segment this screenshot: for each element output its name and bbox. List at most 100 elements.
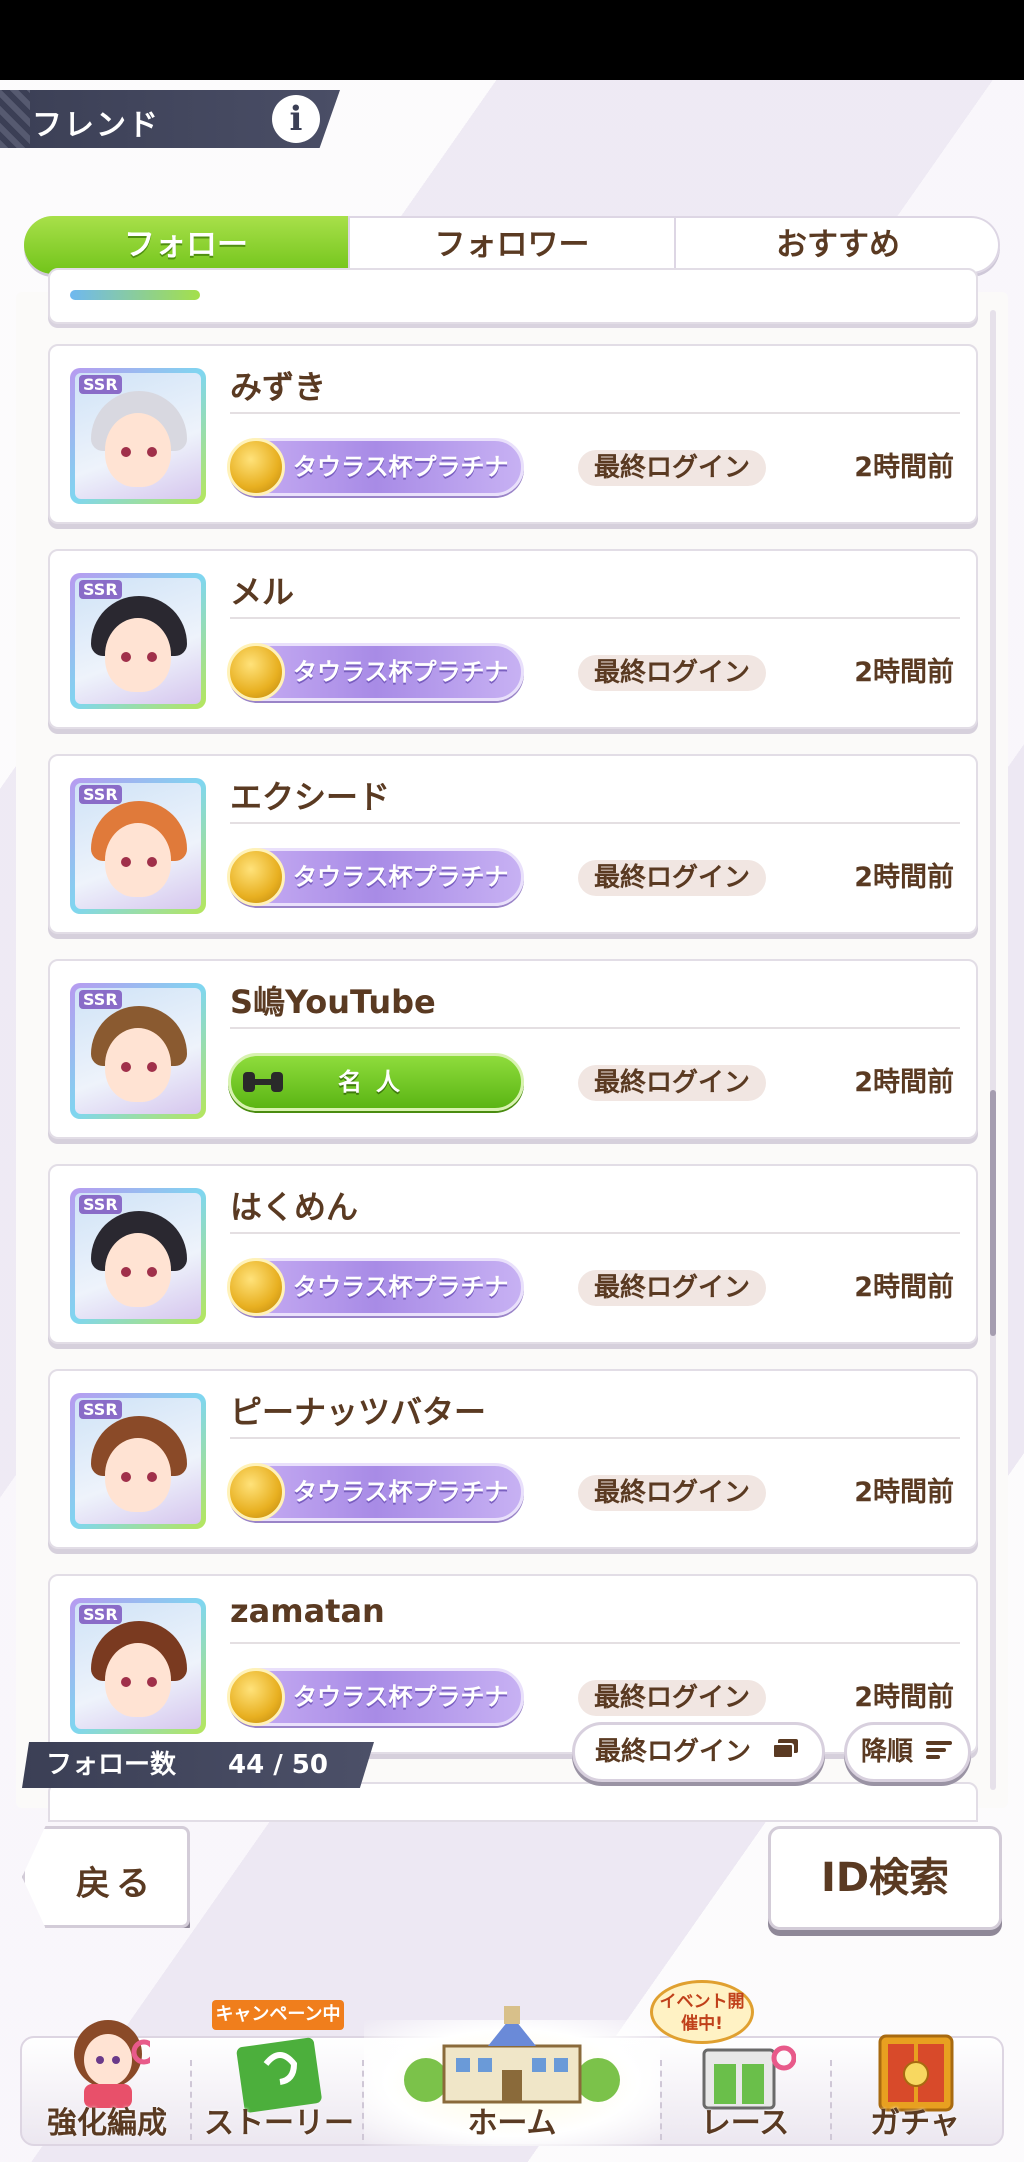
last-login-time: 2時間前 <box>854 1682 954 1713</box>
title-badge: タウラス杯プラチナ <box>227 848 524 906</box>
rarity-badge: SSR <box>79 1605 122 1624</box>
school-building-icon <box>404 2000 620 2110</box>
friend-card[interactable]: SSR はくめん タウラス杯プラチナ 最終ログイン 2時間前 <box>48 1164 978 1344</box>
last-login-time: 2時間前 <box>854 657 954 688</box>
tab-followers[interactable]: フォロワー <box>350 216 676 274</box>
nav-item-enhance[interactable]: 強化編成 <box>22 2000 192 2150</box>
sort-order-button[interactable]: 降順 <box>844 1722 972 1782</box>
divider <box>230 412 960 414</box>
last-login-label: 最終ログイン <box>578 1680 767 1716</box>
friend-name: エクシード <box>230 778 391 816</box>
medal-icon <box>227 848 285 906</box>
divider <box>230 1642 960 1644</box>
avatar[interactable]: SSR <box>70 368 206 504</box>
status-bar <box>0 0 1024 80</box>
info-icon[interactable]: i <box>272 95 320 143</box>
campaign-tag: キャンペーン中 <box>212 2000 344 2030</box>
character-icon <box>66 2014 157 2110</box>
divider <box>230 617 960 619</box>
friend-card[interactable]: SSR メルタウラス杯プラチナ 最終ログイン 2時間前 <box>48 549 978 729</box>
medal-icon <box>227 1668 285 1726</box>
rarity-badge: SSR <box>79 580 122 599</box>
divider <box>230 822 960 824</box>
rarity-badge: SSR <box>79 1400 122 1419</box>
rarity-badge: SSR <box>79 990 122 1009</box>
nav-item-gacha[interactable]: ガチャ <box>830 2000 1000 2150</box>
title-badge: タウラス杯プラチナ <box>227 643 524 701</box>
friend-card[interactable]: SSR zamatan タウラス杯プラチナ 最終ログイン 2時間前 <box>48 1574 978 1754</box>
avatar[interactable]: SSR <box>70 1188 206 1324</box>
friend-card[interactable]: SSR S嶋YouTube 名人 最終ログイン 2時間前 <box>48 959 978 1139</box>
title-badge: タウラス杯プラチナ <box>227 1668 524 1726</box>
avatar[interactable]: SSR <box>70 983 206 1119</box>
tab-follow[interactable]: フォロー <box>24 216 350 274</box>
medal-icon <box>227 438 285 496</box>
title-badge: 名人 <box>228 1053 524 1111</box>
rarity-badge: SSR <box>79 785 122 804</box>
sort-lines-icon <box>926 1726 954 1780</box>
badge-text: タウラス杯プラチナ <box>293 453 509 481</box>
scrollbar-thumb[interactable] <box>990 1090 996 1336</box>
follow-count-value: 44 / 50 <box>228 1750 328 1780</box>
tab-bar: フォロー フォロワー おすすめ <box>24 216 1000 274</box>
id-search-button[interactable]: ID検索 <box>768 1826 1002 1930</box>
friend-name: メル <box>230 573 295 611</box>
cards-icon <box>770 1726 802 1780</box>
friend-name: zamatan <box>230 1592 385 1630</box>
last-login-label: 最終ログイン <box>578 655 767 691</box>
rarity-badge: SSR <box>79 1195 122 1214</box>
title-badge: タウラス杯プラチナ <box>227 1258 524 1316</box>
medal-icon <box>227 1258 285 1316</box>
page-title: フレンド <box>32 108 160 143</box>
friend-name: S嶋YouTube <box>230 983 436 1021</box>
event-tag: イベント開催中! <box>650 1980 754 2044</box>
tab-recommended[interactable]: おすすめ <box>676 216 1000 274</box>
avatar[interactable]: SSR <box>70 573 206 709</box>
friend-name: みずき <box>230 368 327 406</box>
sort-key-label: 最終ログイン <box>595 1737 752 1767</box>
friend-name: ピーナッツバター <box>230 1393 487 1431</box>
medal-icon <box>227 1463 285 1521</box>
last-login-label: 最終ログイン <box>578 450 767 486</box>
badge-text: タウラス杯プラチナ <box>293 658 509 686</box>
nav-label: 強化編成 <box>47 2106 167 2141</box>
friend-card[interactable]: SSR エクシード タウラス杯プラチナ 最終ログイン 2時間前 <box>48 754 978 934</box>
nav-label: ガチャ <box>870 2106 960 2141</box>
nav-item-home[interactable]: ホーム <box>404 2000 620 2150</box>
avatar[interactable]: SSR <box>70 1598 206 1734</box>
sort-key-button[interactable]: 最終ログイン <box>572 1722 826 1782</box>
last-login-label: 最終ログイン <box>578 1475 767 1511</box>
medal-icon <box>227 643 285 701</box>
last-login-label: 最終ログイン <box>578 1065 767 1101</box>
avatar[interactable]: SSR <box>70 778 206 914</box>
scrollbar-track[interactable] <box>990 310 996 1790</box>
partial-list-item <box>48 1782 978 1822</box>
nav-label: ストーリー <box>204 2106 354 2141</box>
sort-order-label: 降順 <box>861 1737 914 1767</box>
divider <box>230 1232 960 1234</box>
friend-card[interactable]: SSR みずきタウラス杯プラチナ 最終ログイン 2時間前 <box>48 344 978 524</box>
rarity-badge: SSR <box>79 375 122 394</box>
badge-text: 名人 <box>338 1068 414 1096</box>
last-login-label: 最終ログイン <box>578 1270 767 1306</box>
last-login-time: 2時間前 <box>854 452 954 483</box>
friend-card[interactable]: SSR ピーナッツバタータウラス杯プラチナ 最終ログイン 2時間前 <box>48 1369 978 1549</box>
nav-label: ホーム <box>467 2106 557 2141</box>
title-badge: タウラス杯プラチナ <box>227 1463 524 1521</box>
last-login-label: 最終ログイン <box>578 860 767 896</box>
back-button-label: 戻る <box>76 1864 156 1904</box>
badge-text: タウラス杯プラチナ <box>293 863 509 891</box>
last-login-time: 2時間前 <box>854 1067 954 1098</box>
title-badge: タウラス杯プラチナ <box>227 438 524 496</box>
avatar[interactable]: SSR <box>70 1393 206 1529</box>
last-login-time: 2時間前 <box>854 1477 954 1508</box>
divider <box>230 1437 960 1439</box>
follow-count-label: フォロー数 <box>46 1750 177 1780</box>
divider <box>230 1027 960 1029</box>
header-stripes <box>0 90 30 148</box>
partial-list-item <box>48 268 978 324</box>
badge-text: タウラス杯プラチナ <box>293 1478 509 1506</box>
last-login-time: 2時間前 <box>854 1272 954 1303</box>
badge-text: タウラス杯プラチナ <box>293 1683 509 1711</box>
badge-text: タウラス杯プラチナ <box>293 1273 509 1301</box>
